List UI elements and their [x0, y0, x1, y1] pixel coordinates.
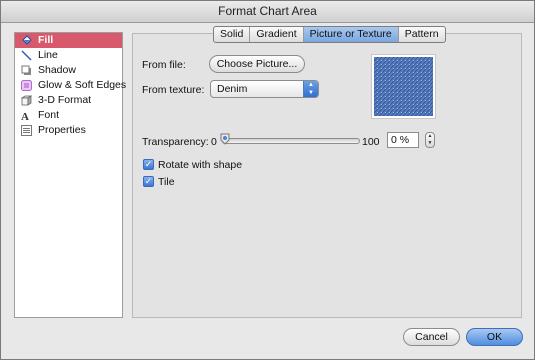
tab-picture-or-texture[interactable]: Picture or Texture — [303, 27, 399, 42]
category-sidebar: Fill Line Shadow Glow & Soft Edges 3-D F… — [14, 32, 126, 318]
sidebar-item-label: Properties — [38, 124, 86, 136]
properties-icon — [21, 125, 32, 136]
font-icon: A — [21, 111, 29, 121]
sidebar-item-3d-format[interactable]: 3-D Format — [15, 93, 122, 108]
dialog-title: Format Chart Area — [1, 1, 534, 23]
sidebar-item-properties[interactable]: Properties — [15, 123, 122, 138]
tab-gradient[interactable]: Gradient — [250, 27, 304, 42]
transparency-slider[interactable] — [222, 138, 360, 144]
transparency-max-label: 100 — [362, 136, 380, 148]
sidebar-item-label: Line — [38, 49, 58, 61]
glow-icon — [21, 80, 32, 91]
sidebar-item-label: 3-D Format — [38, 94, 92, 106]
tab-solid[interactable]: Solid — [214, 27, 251, 42]
from-texture-label: From texture: — [142, 84, 205, 96]
updown-arrows-icon: ▲ ▼ — [303, 81, 318, 97]
sidebar-item-font[interactable]: A Font — [15, 108, 122, 123]
line-icon — [21, 50, 32, 61]
from-file-label: From file: — [142, 59, 186, 71]
tile-checkbox[interactable]: ✓ — [143, 176, 154, 187]
tile-label: Tile — [158, 176, 175, 188]
sidebar-item-label: Shadow — [38, 64, 76, 76]
transparency-stepper[interactable]: ▲ ▼ — [425, 132, 435, 148]
sidebar-item-line[interactable]: Line — [15, 48, 122, 63]
choose-picture-button[interactable]: Choose Picture... — [209, 55, 305, 73]
slider-thumb-icon[interactable] — [220, 133, 230, 145]
transparency-min-label: 0 — [211, 136, 217, 148]
texture-select-value: Denim — [217, 83, 248, 95]
fill-bucket-icon — [22, 35, 32, 45]
rotate-with-shape-label: Rotate with shape — [158, 159, 243, 171]
cancel-button[interactable]: Cancel — [403, 328, 460, 346]
svg-text:A: A — [21, 111, 29, 121]
transparency-label: Transparency: — [142, 136, 209, 148]
format-chart-area-dialog: Format Chart Area Fill Line Shadow Glow … — [0, 0, 535, 360]
fill-type-tabs: Solid Gradient Picture or Texture Patter… — [213, 26, 446, 43]
shadow-icon — [21, 65, 31, 75]
sidebar-item-fill[interactable]: Fill — [15, 33, 122, 48]
sidebar-item-label: Glow & Soft Edges — [38, 79, 127, 91]
rotate-with-shape-checkbox[interactable]: ✓ — [143, 159, 154, 170]
sidebar-item-shadow[interactable]: Shadow — [15, 63, 122, 78]
ok-button[interactable]: OK — [466, 328, 523, 346]
sidebar-item-label: Font — [38, 109, 60, 121]
3d-format-icon — [21, 95, 32, 106]
texture-select[interactable]: Denim ▲ ▼ — [210, 80, 319, 98]
texture-preview — [371, 54, 436, 119]
tab-pattern[interactable]: Pattern — [399, 27, 445, 42]
transparency-input[interactable]: 0 % — [387, 132, 419, 148]
sidebar-item-glow[interactable]: Glow & Soft Edges — [15, 78, 126, 93]
fill-options-panel — [132, 33, 522, 318]
denim-texture-swatch — [374, 57, 433, 116]
sidebar-item-label: Fill — [38, 34, 54, 46]
